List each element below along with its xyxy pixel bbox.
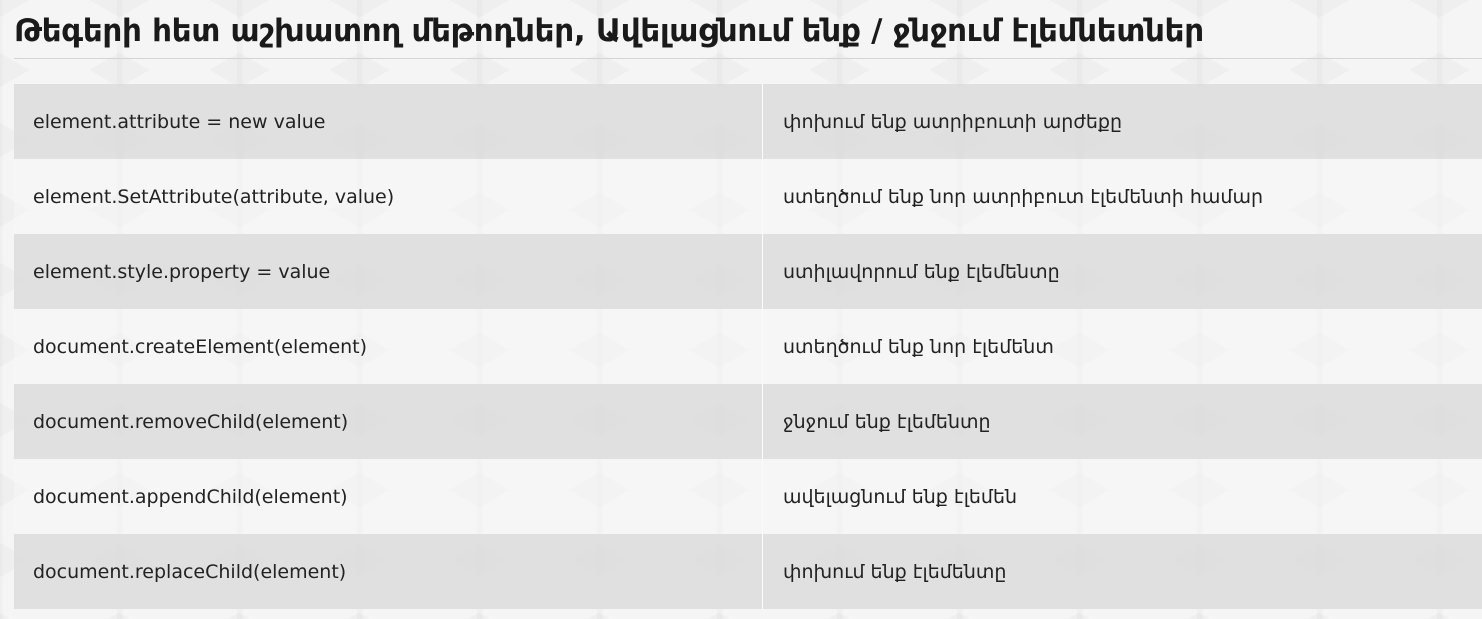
method-description: ստիլավորում ենք էլեմենտը — [762, 234, 1482, 309]
page-title: Թեգերի հետ աշխատող մեթոդներ, Ավելացնում … — [14, 13, 1204, 49]
table-row: document.appendChild(element) ավելացնում… — [14, 459, 1482, 534]
method-code: element.style.property = value — [14, 234, 763, 309]
method-code: document.createElement(element) — [14, 309, 763, 384]
methods-table: element.attribute = new value փոխում ենք… — [14, 84, 1482, 609]
method-description: ավելացնում ենք էլեմեն — [762, 459, 1482, 534]
method-code: document.appendChild(element) — [14, 459, 763, 534]
slide: Թեգերի հետ աշխատող մեթոդներ, Ավելացնում … — [0, 0, 1482, 619]
table-row: element.style.property = value ստիլավորո… — [14, 234, 1482, 309]
method-description: ջնջում ենք էլեմենտը — [762, 384, 1482, 459]
title-divider — [14, 58, 1482, 59]
method-code: element.attribute = new value — [14, 84, 763, 159]
method-description: փոխում ենք ատրիբուտի արժեքը — [762, 84, 1482, 159]
method-description: ստեղծում ենք նոր էլեմենտ — [762, 309, 1482, 384]
table-row: element.attribute = new value փոխում ենք… — [14, 84, 1482, 159]
table-row: document.removeChild(element) ջնջում ենք… — [14, 384, 1482, 459]
method-description: ստեղծում ենք նոր ատրիբուտ էլեմենտի համար — [762, 159, 1482, 234]
table-row: document.replaceChild(element) փոխում են… — [14, 534, 1482, 609]
table-row: document.createElement(element) ստեղծում… — [14, 309, 1482, 384]
method-description: փոխում ենք էլեմենտը — [762, 534, 1482, 609]
method-code: element.SetAttribute(attribute, value) — [14, 159, 763, 234]
method-code: document.replaceChild(element) — [14, 534, 763, 609]
method-code: document.removeChild(element) — [14, 384, 763, 459]
table-row: element.SetAttribute(attribute, value) ս… — [14, 159, 1482, 234]
